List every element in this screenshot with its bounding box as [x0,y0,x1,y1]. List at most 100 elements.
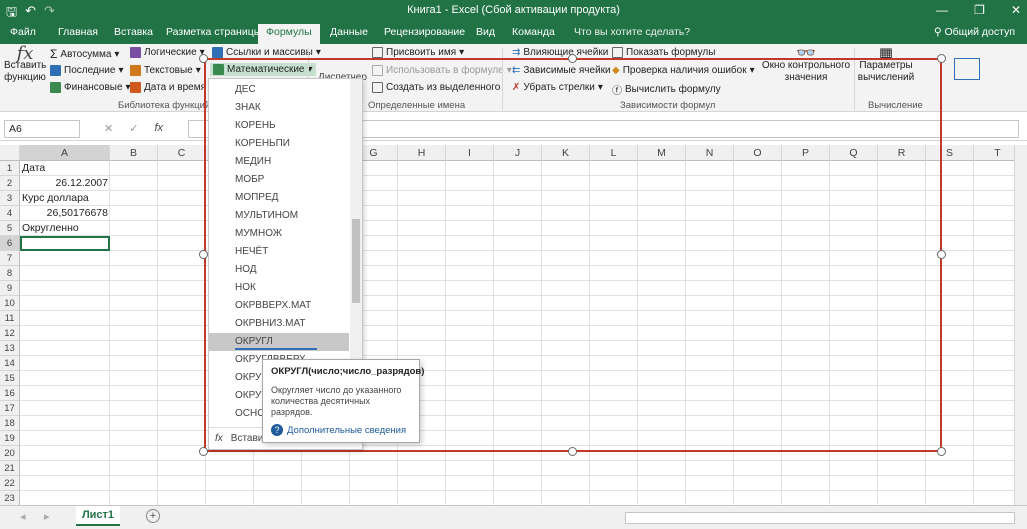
ribbon-tabs: Файл Главная Вставка Разметка страницы Ф… [0,22,1027,44]
text-label: Текстовые [144,65,193,76]
row-header-11[interactable]: 11 [0,311,20,326]
more-info-link[interactable]: ? Дополнительные сведения [271,424,406,436]
function-item[interactable]: ЗНАК [209,99,349,117]
column-header-c[interactable]: C [158,145,206,161]
next-sheet-icon[interactable]: ▸ [44,510,50,523]
function-item[interactable]: МЕДИН [209,153,349,171]
tab-home[interactable]: Главная [58,26,98,38]
function-item[interactable]: МУЛЬТИНОМ [209,207,349,225]
restore-button[interactable]: ❐ [974,3,985,17]
prev-sheet-icon[interactable]: ◂ [20,510,26,523]
define-name-button[interactable]: Присвоить имя ▾ [372,47,464,58]
autosum-button[interactable]: Σ Автосумма ▾ [50,47,119,61]
add-sheet-button[interactable]: + [146,509,160,523]
function-item[interactable]: КОРЕНЬПИ [209,135,349,153]
row-header-1[interactable]: 1 [0,161,20,176]
row-header-14[interactable]: 14 [0,356,20,371]
trace-precedents-button[interactable]: ⇉ Влияющие ячейки [512,47,608,58]
row-header-23[interactable]: 23 [0,491,20,506]
function-item[interactable]: ОКРВНИЗ.МАТ [209,315,349,333]
function-item[interactable]: НЕЧЁТ [209,243,349,261]
row-header-6[interactable]: 6 [0,236,20,251]
minimize-button[interactable]: — [936,3,948,17]
row-header-13[interactable]: 13 [0,341,20,356]
row-header-17[interactable]: 17 [0,401,20,416]
text-button[interactable]: Текстовые ▾ [130,65,201,76]
fx-icon[interactable]: fx [154,122,163,135]
ribbon-options-icon[interactable] [954,58,980,80]
fx-icon: fx [215,433,223,444]
function-item[interactable]: КОРЕНЬ [209,117,349,135]
tooltip-description: Округляет число до указанного количества… [271,385,402,417]
row-header-21[interactable]: 21 [0,461,20,476]
logical-icon [130,47,141,58]
row-header-4[interactable]: 4 [0,206,20,221]
function-item[interactable]: МОПРЕД [209,189,349,207]
tab-team[interactable]: Команда [512,26,555,38]
row-header-5[interactable]: 5 [0,221,20,236]
cell-a5[interactable]: Округленно [20,221,81,236]
help-icon: ? [271,424,283,436]
row-header-15[interactable]: 15 [0,371,20,386]
enter-icon[interactable]: ✓ [129,122,138,135]
row-header-18[interactable]: 18 [0,416,20,431]
financial-button[interactable]: Финансовые ▾ [50,82,131,93]
tab-layout[interactable]: Разметка страницы [166,26,261,38]
function-item[interactable]: МУМНОЖ [209,225,349,243]
column-header-b[interactable]: B [110,145,158,161]
cell-a4[interactable]: 26,50176678 [20,206,110,221]
select-all-corner[interactable] [0,145,20,161]
row-header-3[interactable]: 3 [0,191,20,206]
function-item[interactable]: ОКРВВЕРХ.МАТ [209,297,349,315]
tab-view[interactable]: Вид [476,26,495,38]
window-title: Книга1 - Excel (Сбой активации продукта) [407,4,620,16]
row-header-20[interactable]: 20 [0,446,20,461]
sigma-icon: Σ [50,47,58,61]
tab-review[interactable]: Рецензирование [384,26,465,38]
lookup-icon [212,47,223,58]
cell-a2[interactable]: 26.12.2007 [20,176,110,191]
insert-function-button[interactable]: fx Вставить функцию [4,45,46,84]
tab-formulas[interactable]: Формулы [258,24,320,44]
row-header-19[interactable]: 19 [0,431,20,446]
column-header-a[interactable]: A [20,145,110,161]
share-button[interactable]: ⚲ Общий доступ [934,26,1015,38]
close-button[interactable]: ✕ [1011,3,1021,17]
star-icon [50,65,61,76]
gridline [157,161,158,505]
row-header-12[interactable]: 12 [0,326,20,341]
row-header-22[interactable]: 22 [0,476,20,491]
sheet-tabs-bar: ◂ ▸ Лист1 + [0,505,1027,529]
row-header-16[interactable]: 16 [0,386,20,401]
row-header-10[interactable]: 10 [0,296,20,311]
tab-data[interactable]: Данные [330,26,368,38]
cell-a3[interactable]: Курс доллара [20,191,91,206]
function-item[interactable]: ДЕС [209,81,349,99]
lookup-button[interactable]: Ссылки и массивы ▾ [212,47,321,58]
row-header-9[interactable]: 9 [0,281,20,296]
row-header-8[interactable]: 8 [0,266,20,281]
show-formulas-button[interactable]: Показать формулы [612,47,715,58]
dropdown-scroll-thumb[interactable] [352,219,360,303]
function-item[interactable]: МОБР [209,171,349,189]
datetime-button[interactable]: Дата и время ▾ [130,82,214,93]
recent-button[interactable]: Последние ▾ [50,65,123,76]
function-item[interactable]: НОД [209,261,349,279]
name-box[interactable]: A6 [4,120,80,138]
row-header-2[interactable]: 2 [0,176,20,191]
group-library-label: Библиотека функций [118,100,211,111]
tell-me-input[interactable]: Что вы хотите сделать? [574,26,690,38]
vertical-scrollbar[interactable] [1014,145,1027,505]
function-item[interactable]: НОК [209,279,349,297]
logical-button[interactable]: Логические ▾ [130,47,205,58]
define-name-label: Присвоить имя [386,47,457,58]
tab-insert[interactable]: Вставка [114,26,153,38]
sheet-tab-active[interactable]: Лист1 [76,506,120,526]
gridline [20,490,1014,491]
row-header-7[interactable]: 7 [0,251,20,266]
horizontal-scrollbar[interactable] [625,512,1015,524]
cell-a1[interactable]: Дата [20,161,47,176]
tab-file[interactable]: Файл [10,26,36,38]
resize-handle [937,54,946,63]
cancel-icon[interactable]: ✕ [104,122,113,135]
